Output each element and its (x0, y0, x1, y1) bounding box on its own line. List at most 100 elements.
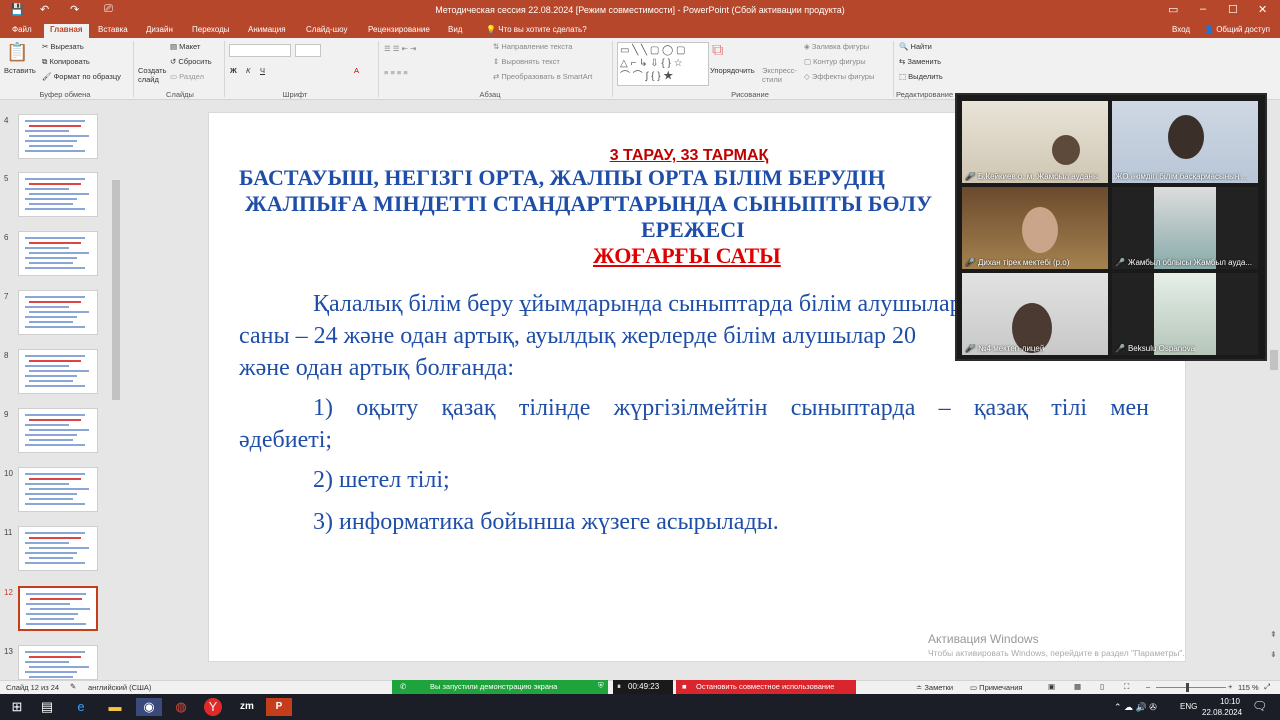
zoom-slider[interactable] (1156, 687, 1226, 688)
slide-thumbnail[interactable] (18, 408, 98, 453)
minimize-icon[interactable]: – (1200, 3, 1206, 15)
participant-tile[interactable]: 🎤 Б.Кейкиев о. м. Жамбыл ауданы (962, 101, 1108, 183)
slide-thumbnail[interactable] (18, 231, 98, 276)
tab-insert[interactable]: Вставка (92, 24, 134, 38)
scroll-thumb[interactable] (1270, 350, 1278, 370)
shape-outline-label: Контур фигуры (813, 57, 866, 66)
copy-button[interactable]: ⧉ Копировать (42, 57, 90, 67)
cut-button[interactable]: ✂ Вырезать (42, 42, 84, 51)
quick-styles-button[interactable]: Экспресс-стили (762, 66, 798, 84)
task-view-icon[interactable]: ▤ (34, 698, 60, 716)
zoom-video-panel[interactable]: 🎤 Б.Кейкиев о. м. Жамбыл ауданы ЖО әкімді… (955, 93, 1267, 361)
next-slide-icon[interactable]: ⇟ (1270, 650, 1277, 659)
powerpoint-icon[interactable]: P (266, 698, 292, 716)
thumbnail-scrollbar[interactable] (111, 100, 121, 680)
fit-slide-icon[interactable]: ⤢ (1264, 682, 1270, 692)
find-button[interactable]: 🔍 Найти (899, 42, 932, 51)
pause-icon[interactable]: ⏸ (617, 682, 621, 692)
select-button[interactable]: ⬚ Выделить (899, 72, 943, 81)
bold-button[interactable]: Ж (230, 66, 237, 75)
close-icon[interactable]: ✕ (1258, 3, 1267, 16)
text-direction-button[interactable]: ⇅ Направление текста (493, 42, 572, 51)
start-icon[interactable]: ⊞ (4, 698, 30, 716)
replace-button[interactable]: ⇆ Заменить (899, 57, 941, 66)
normal-view-icon[interactable]: ▣ (1048, 682, 1055, 691)
tab-file[interactable]: Файл (6, 24, 38, 38)
slide-thumbnail[interactable] (18, 586, 98, 631)
chrome-icon[interactable]: ◍ (168, 698, 194, 716)
shapes-gallery[interactable]: ▭ ╲ ╲ ▢ ◯ ▢ △ ⌐ ↳ ⇩ { } ☆ ⌒ ⌒ ∫ { } ★ (617, 42, 709, 86)
language-indicator[interactable]: английский (США) (88, 683, 151, 692)
stop-share-button[interactable]: ■ Остановить совместное использование (676, 680, 856, 694)
zoom-level[interactable]: 115 % (1238, 683, 1259, 692)
tab-home[interactable]: Главная (44, 24, 89, 38)
tray-icons[interactable]: ⌃ ☁ 🔊 ✇ (1114, 702, 1157, 713)
slide-thumbnail[interactable] (18, 645, 98, 680)
file-explorer-icon[interactable]: ▬ (102, 698, 128, 716)
zoom-app-icon[interactable]: zm (234, 698, 260, 716)
slide-thumbnail[interactable] (18, 349, 98, 394)
font-color-button[interactable]: A (354, 66, 359, 75)
spellcheck-icon[interactable]: ✎ (70, 682, 76, 691)
tab-review[interactable]: Рецензирование (362, 24, 436, 38)
tab-animation[interactable]: Анимация (242, 24, 292, 38)
section-button[interactable]: ▭ Раздел (170, 72, 204, 81)
comments-button[interactable]: ▭ Примечания (970, 683, 1022, 692)
tab-transitions[interactable]: Переходы (186, 24, 236, 38)
participant-tile[interactable]: 🎤 №4 мектеп-лицей (962, 273, 1108, 355)
sorter-view-icon[interactable]: ▦ (1074, 682, 1081, 691)
shape-outline-button[interactable]: ▢ Контур фигуры (804, 57, 866, 66)
zoom-slider-thumb[interactable] (1186, 683, 1189, 692)
edge-icon[interactable]: e (68, 698, 94, 716)
reading-view-icon[interactable]: ▯ (1100, 682, 1104, 691)
align-buttons[interactable]: ≡ ≡ ≡ ≡ (384, 68, 408, 77)
slide-thumbnail[interactable] (18, 290, 98, 335)
participant-tile[interactable]: 🎤 Дихан тірек мектебі (р.о) (962, 187, 1108, 269)
yandex-browser-icon[interactable]: Y (204, 698, 222, 716)
font-size-box[interactable] (295, 44, 321, 57)
login-link[interactable]: Вход (1166, 24, 1196, 38)
new-slide-button[interactable]: Создать слайд (138, 66, 168, 84)
ribbon-display-icon[interactable]: ▭ (1168, 3, 1178, 16)
tray-date[interactable]: 22.08.2024 (1202, 708, 1242, 717)
slide-thumbnail[interactable] (18, 172, 98, 217)
shape-fill-button[interactable]: ◈ Заливка фигуры (804, 42, 869, 51)
underline-button[interactable]: Ч (260, 66, 265, 75)
app-icon[interactable]: ◉ (136, 698, 162, 716)
arrange-button[interactable]: Упорядочить (710, 66, 755, 75)
italic-button[interactable]: К (246, 66, 250, 75)
zoom-in-icon[interactable]: + (1228, 682, 1232, 691)
notification-icon[interactable]: 🗨 (1252, 699, 1267, 713)
slideshow-view-icon[interactable]: ⛶ (1124, 682, 1129, 692)
tab-slideshow[interactable]: Слайд-шоу (300, 24, 353, 38)
slide-thumbnail[interactable] (18, 467, 98, 512)
share-button[interactable]: 👤 Общий доступ (1198, 24, 1276, 38)
language-tray[interactable]: ENG (1180, 702, 1197, 711)
participant-tile[interactable]: ЖО әкімдігі білім басқармасының ... (1112, 101, 1258, 183)
font-name-box[interactable] (229, 44, 291, 57)
shape-effects-button[interactable]: ◇ Эффекты фигуры (804, 72, 874, 81)
mic-muted-icon: 🎤 (1115, 344, 1125, 353)
maximize-icon[interactable]: ☐ (1228, 3, 1238, 16)
slide-scrollbar[interactable]: ⇞ ⇟ (1268, 100, 1280, 680)
tell-me-search[interactable]: 💡 Что вы хотите сделать? (480, 24, 593, 38)
reset-button[interactable]: ↺ Сбросить (170, 57, 212, 66)
slide-thumbnail[interactable] (18, 114, 98, 159)
windows-taskbar: ⊞ ▤ e ▬ ◉ ◍ Y zm P ⌃ ☁ 🔊 ✇ ENG 10:10 22.… (0, 694, 1280, 720)
paste-button[interactable]: Вставить (4, 66, 36, 75)
tab-design[interactable]: Дизайн (140, 24, 179, 38)
prev-slide-icon[interactable]: ⇞ (1270, 630, 1277, 639)
tab-view[interactable]: Вид (442, 24, 468, 38)
slide-thumbnail[interactable] (18, 526, 98, 571)
participant-tile[interactable]: 🎤 Жамбыл облысы Жамбыл ауда... (1112, 187, 1258, 269)
smartart-button[interactable]: ⇄ Преобразовать в SmartArt (493, 72, 592, 81)
format-painter-button[interactable]: 🖌 Формат по образцу (42, 72, 121, 81)
align-text-button[interactable]: ⇕ Выровнять текст (493, 57, 560, 66)
notes-button[interactable]: ≐ Заметки (916, 683, 953, 692)
layout-button[interactable]: ▤ Макет (170, 42, 200, 51)
bullets-button[interactable]: ☰ ☰ ⇤ ⇥ (384, 44, 416, 53)
scroll-thumb[interactable] (112, 180, 120, 400)
tray-time[interactable]: 10:10 (1210, 697, 1250, 706)
participant-tile[interactable]: 🎤 Beksulu Ospanova (1112, 273, 1258, 355)
zoom-out-icon[interactable]: – (1146, 682, 1150, 691)
